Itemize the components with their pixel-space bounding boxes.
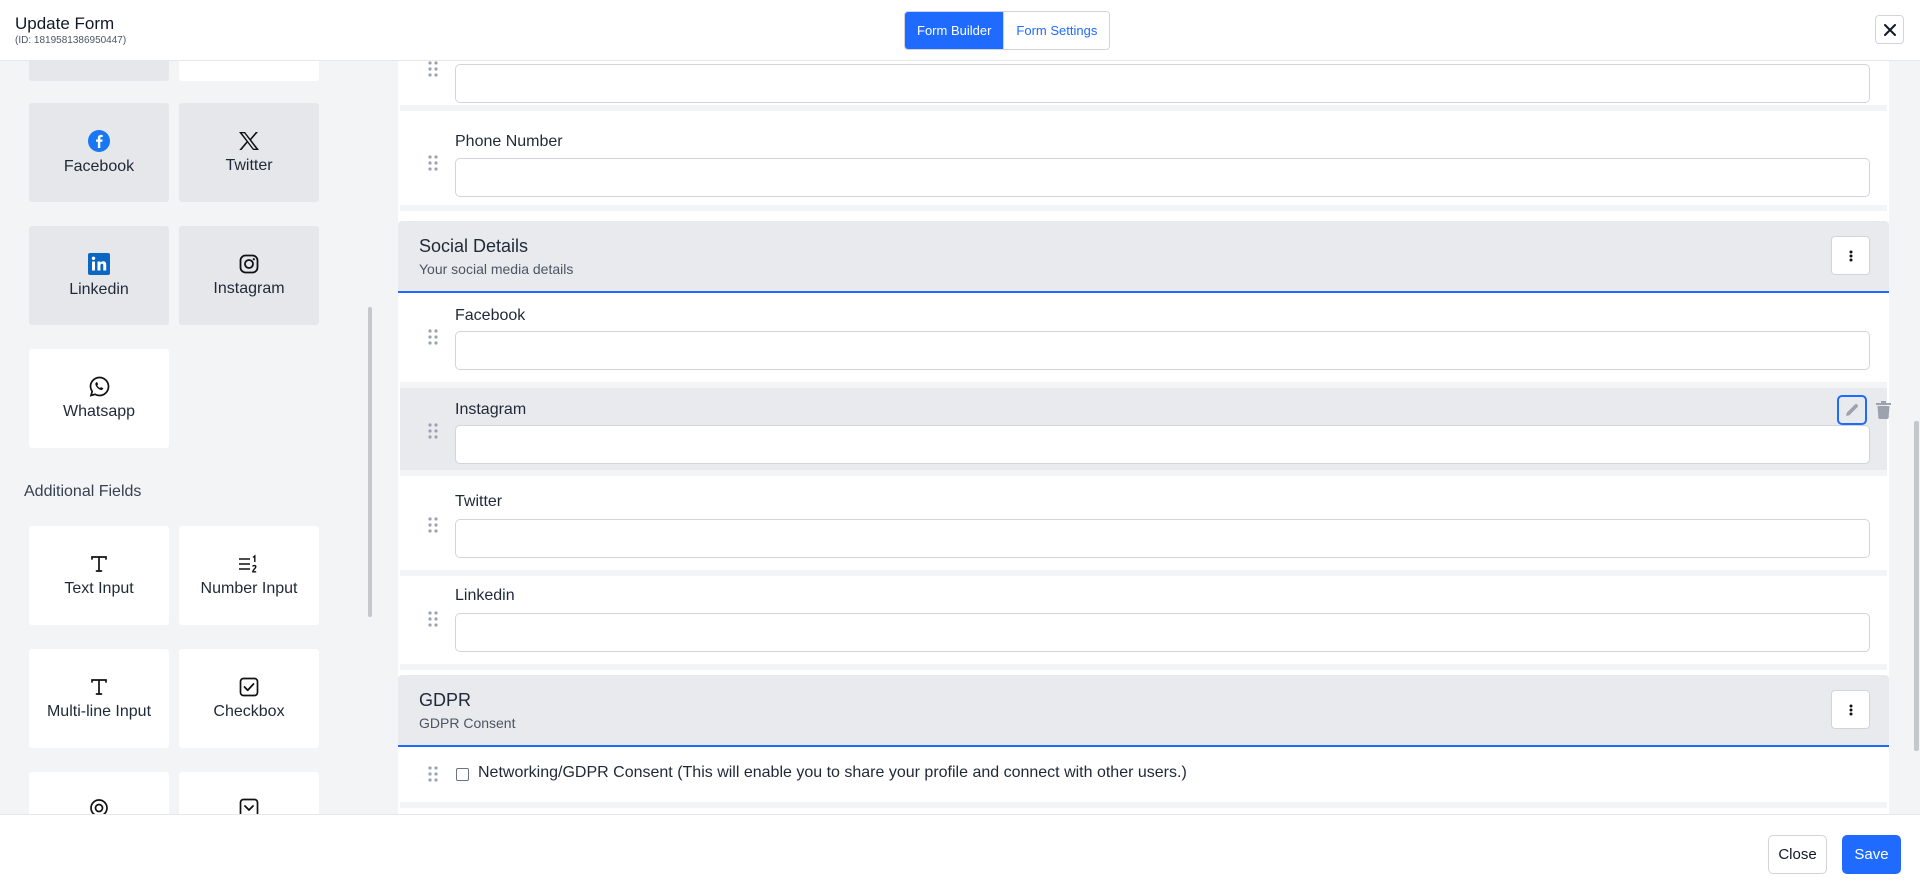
drag-handle-icon[interactable]: [428, 155, 438, 171]
group-options-button[interactable]: [1831, 236, 1870, 275]
sidebar-scrollbar[interactable]: [368, 307, 372, 617]
form-field-phone-number[interactable]: Phone Number: [400, 117, 1887, 211]
form-canvas-area: Phone Number Social Details Your social …: [373, 61, 1920, 814]
footer: Close Save: [0, 814, 1920, 892]
group-description: GDPR Consent: [419, 715, 516, 731]
palette-item-number-input[interactable]: Number Input: [179, 526, 319, 625]
group-options-button[interactable]: [1831, 690, 1870, 729]
drag-handle-icon[interactable]: [428, 423, 438, 439]
tab-group: Form Builder Form Settings: [904, 11, 1111, 50]
group-header-social-details[interactable]: Social Details Your social media details: [398, 221, 1889, 293]
close-footer-button[interactable]: Close: [1768, 835, 1827, 874]
palette-item-label: Facebook: [63, 157, 135, 175]
palette-item-label: Instagram: [213, 279, 285, 297]
palette-item-facebook[interactable]: Facebook: [29, 103, 169, 202]
additional-fields-heading: Additional Fields: [24, 483, 142, 500]
x-twitter-icon: [239, 131, 259, 150]
palette-item-twitter[interactable]: Twitter: [179, 103, 319, 202]
palette-item-whatsapp[interactable]: Whatsapp: [29, 349, 169, 448]
canvas-scrollbar[interactable]: [1914, 421, 1919, 751]
number-list-icon: [239, 554, 257, 572]
field-input[interactable]: [455, 613, 1870, 652]
palette-item-label: Text Input: [64, 579, 134, 597]
save-button[interactable]: Save: [1842, 835, 1901, 874]
text-icon: [91, 555, 107, 572]
form-field-linkedin[interactable]: Linkedin: [400, 576, 1887, 670]
drag-handle-icon[interactable]: [428, 329, 438, 345]
field-label: Instagram: [455, 401, 527, 418]
group-header-gdpr[interactable]: GDPR GDPR Consent: [398, 675, 1889, 747]
palette-item-linkedin[interactable]: Linkedin: [29, 226, 169, 325]
group-description: Your social media details: [419, 261, 574, 277]
form-field-twitter[interactable]: Twitter: [400, 482, 1887, 576]
facebook-icon: [88, 129, 110, 152]
header: Update Form (ID: 1819581386950447) Form …: [0, 0, 1920, 61]
form-field-partial[interactable]: [400, 61, 1887, 111]
field-label: Linkedin: [455, 587, 515, 604]
palette-item-label: Linkedin: [69, 280, 129, 298]
palette-card-partial[interactable]: [179, 61, 319, 81]
close-button[interactable]: [1875, 15, 1904, 44]
palette-item-checkbox[interactable]: Checkbox: [179, 649, 319, 748]
palette-item-text-input[interactable]: Text Input: [29, 526, 169, 625]
form-id: (ID: 1819581386950447): [15, 35, 127, 46]
tab-form-settings[interactable]: Form Settings: [1003, 12, 1110, 49]
field-palette: Facebook Twitter Linkedin Instagram What…: [0, 61, 373, 814]
palette-item-instagram[interactable]: Instagram: [179, 226, 319, 325]
drag-handle-icon[interactable]: [428, 517, 438, 533]
palette-item-label: Twitter: [225, 156, 273, 174]
tab-form-builder[interactable]: Form Builder: [905, 12, 1004, 49]
drag-handle-icon[interactable]: [428, 61, 438, 77]
delete-field-button[interactable]: [1872, 397, 1894, 423]
group-title: Social Details: [419, 236, 529, 256]
form-field-gdpr-consent[interactable]: Networking/GDPR Consent (This will enabl…: [400, 748, 1887, 808]
edit-field-button[interactable]: [1837, 395, 1867, 425]
field-label: Phone Number: [455, 133, 563, 150]
form-canvas: Phone Number Social Details Your social …: [398, 61, 1891, 814]
whatsapp-icon: [89, 376, 109, 397]
palette-item-label: Multi-line Input: [46, 702, 152, 720]
form-field-instagram[interactable]: Instagram: [400, 388, 1891, 476]
instagram-icon: [239, 254, 259, 273]
palette-item-partial[interactable]: [179, 772, 319, 814]
palette-item-multiline-input[interactable]: Multi-line Input: [29, 649, 169, 748]
consent-label: Networking/GDPR Consent (This will enabl…: [478, 764, 1187, 781]
text-icon: [91, 678, 107, 695]
palette-item-label: Number Input: [200, 579, 298, 597]
drag-handle-icon[interactable]: [428, 766, 438, 782]
page-title: Update Form: [15, 14, 115, 33]
checkbox-icon: [239, 677, 259, 696]
radio-icon: [90, 799, 108, 814]
palette-item-label: Checkbox: [213, 702, 285, 720]
group-title: GDPR: [419, 690, 472, 710]
trash-icon: [1875, 401, 1891, 419]
more-vertical-icon: [1849, 250, 1852, 261]
field-input[interactable]: [455, 64, 1870, 103]
pencil-icon: [1846, 403, 1859, 416]
field-input[interactable]: [455, 519, 1870, 558]
form-field-facebook[interactable]: Facebook: [400, 294, 1887, 388]
field-input[interactable]: [455, 425, 1870, 464]
field-label: Twitter: [455, 493, 503, 510]
field-input[interactable]: [455, 331, 1870, 370]
linkedin-icon: [88, 252, 110, 275]
more-vertical-icon: [1849, 704, 1852, 715]
dropdown-icon: [239, 798, 259, 814]
palette-item-label: Whatsapp: [62, 403, 136, 420]
close-icon: [1883, 23, 1896, 36]
drag-handle-icon[interactable]: [428, 611, 438, 627]
palette-item-partial[interactable]: [29, 772, 169, 814]
palette-card-partial[interactable]: [29, 61, 169, 81]
consent-checkbox[interactable]: [456, 768, 469, 781]
field-input[interactable]: [455, 158, 1870, 197]
field-label: Facebook: [455, 307, 526, 324]
